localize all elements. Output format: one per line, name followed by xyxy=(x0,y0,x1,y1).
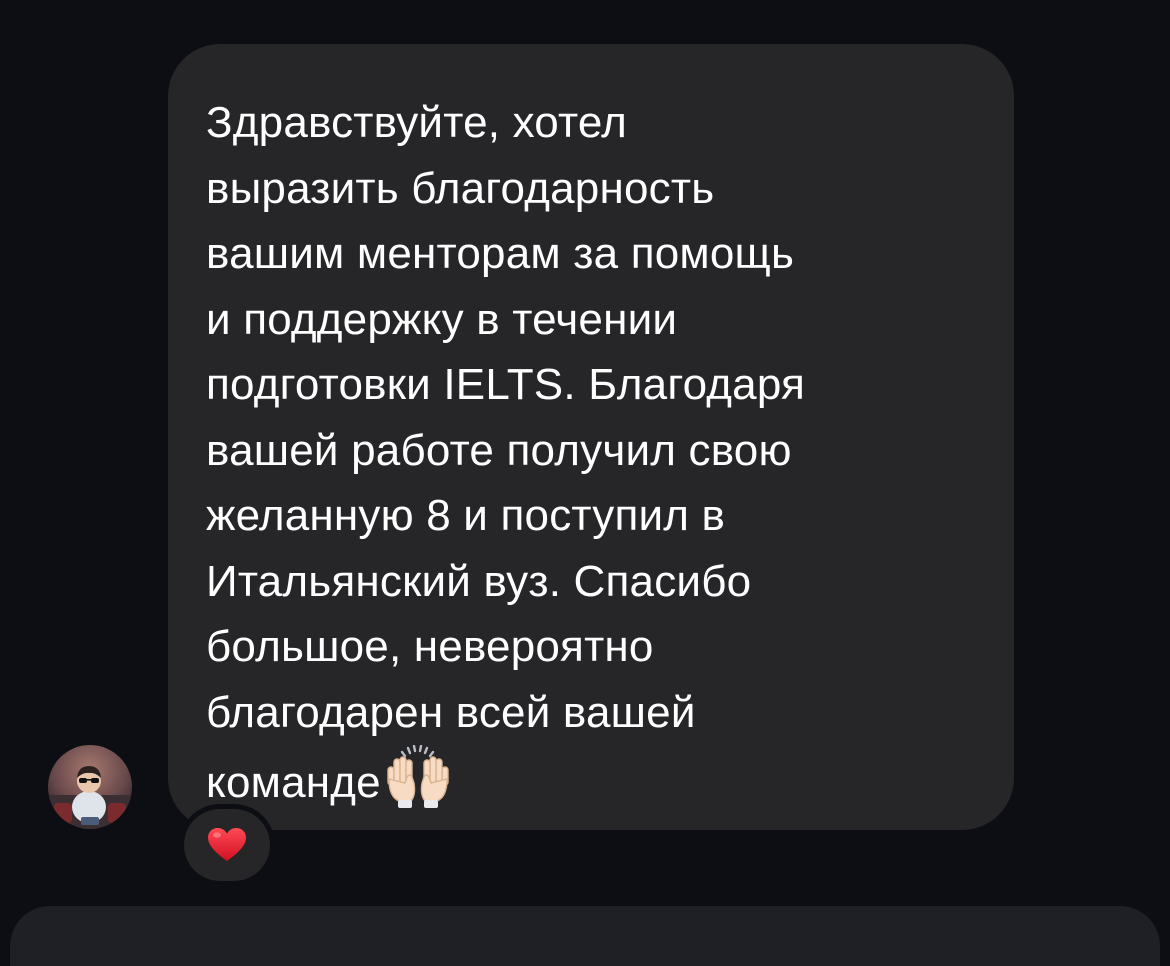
heart-reaction-badge[interactable] xyxy=(184,809,270,881)
red-heart-icon xyxy=(208,828,246,861)
avatar-photo-icon xyxy=(48,745,132,829)
raised-hands-icon xyxy=(387,745,449,808)
message-body: Здравствуйте, хотел выразить благодарнос… xyxy=(206,98,806,807)
message-text: Здравствуйте, хотел выразить благодарнос… xyxy=(206,90,984,816)
sender-avatar[interactable] xyxy=(48,745,132,829)
incoming-message-bubble[interactable]: Здравствуйте, хотел выразить благодарнос… xyxy=(168,44,1014,830)
message-input-panel[interactable] xyxy=(10,906,1160,966)
